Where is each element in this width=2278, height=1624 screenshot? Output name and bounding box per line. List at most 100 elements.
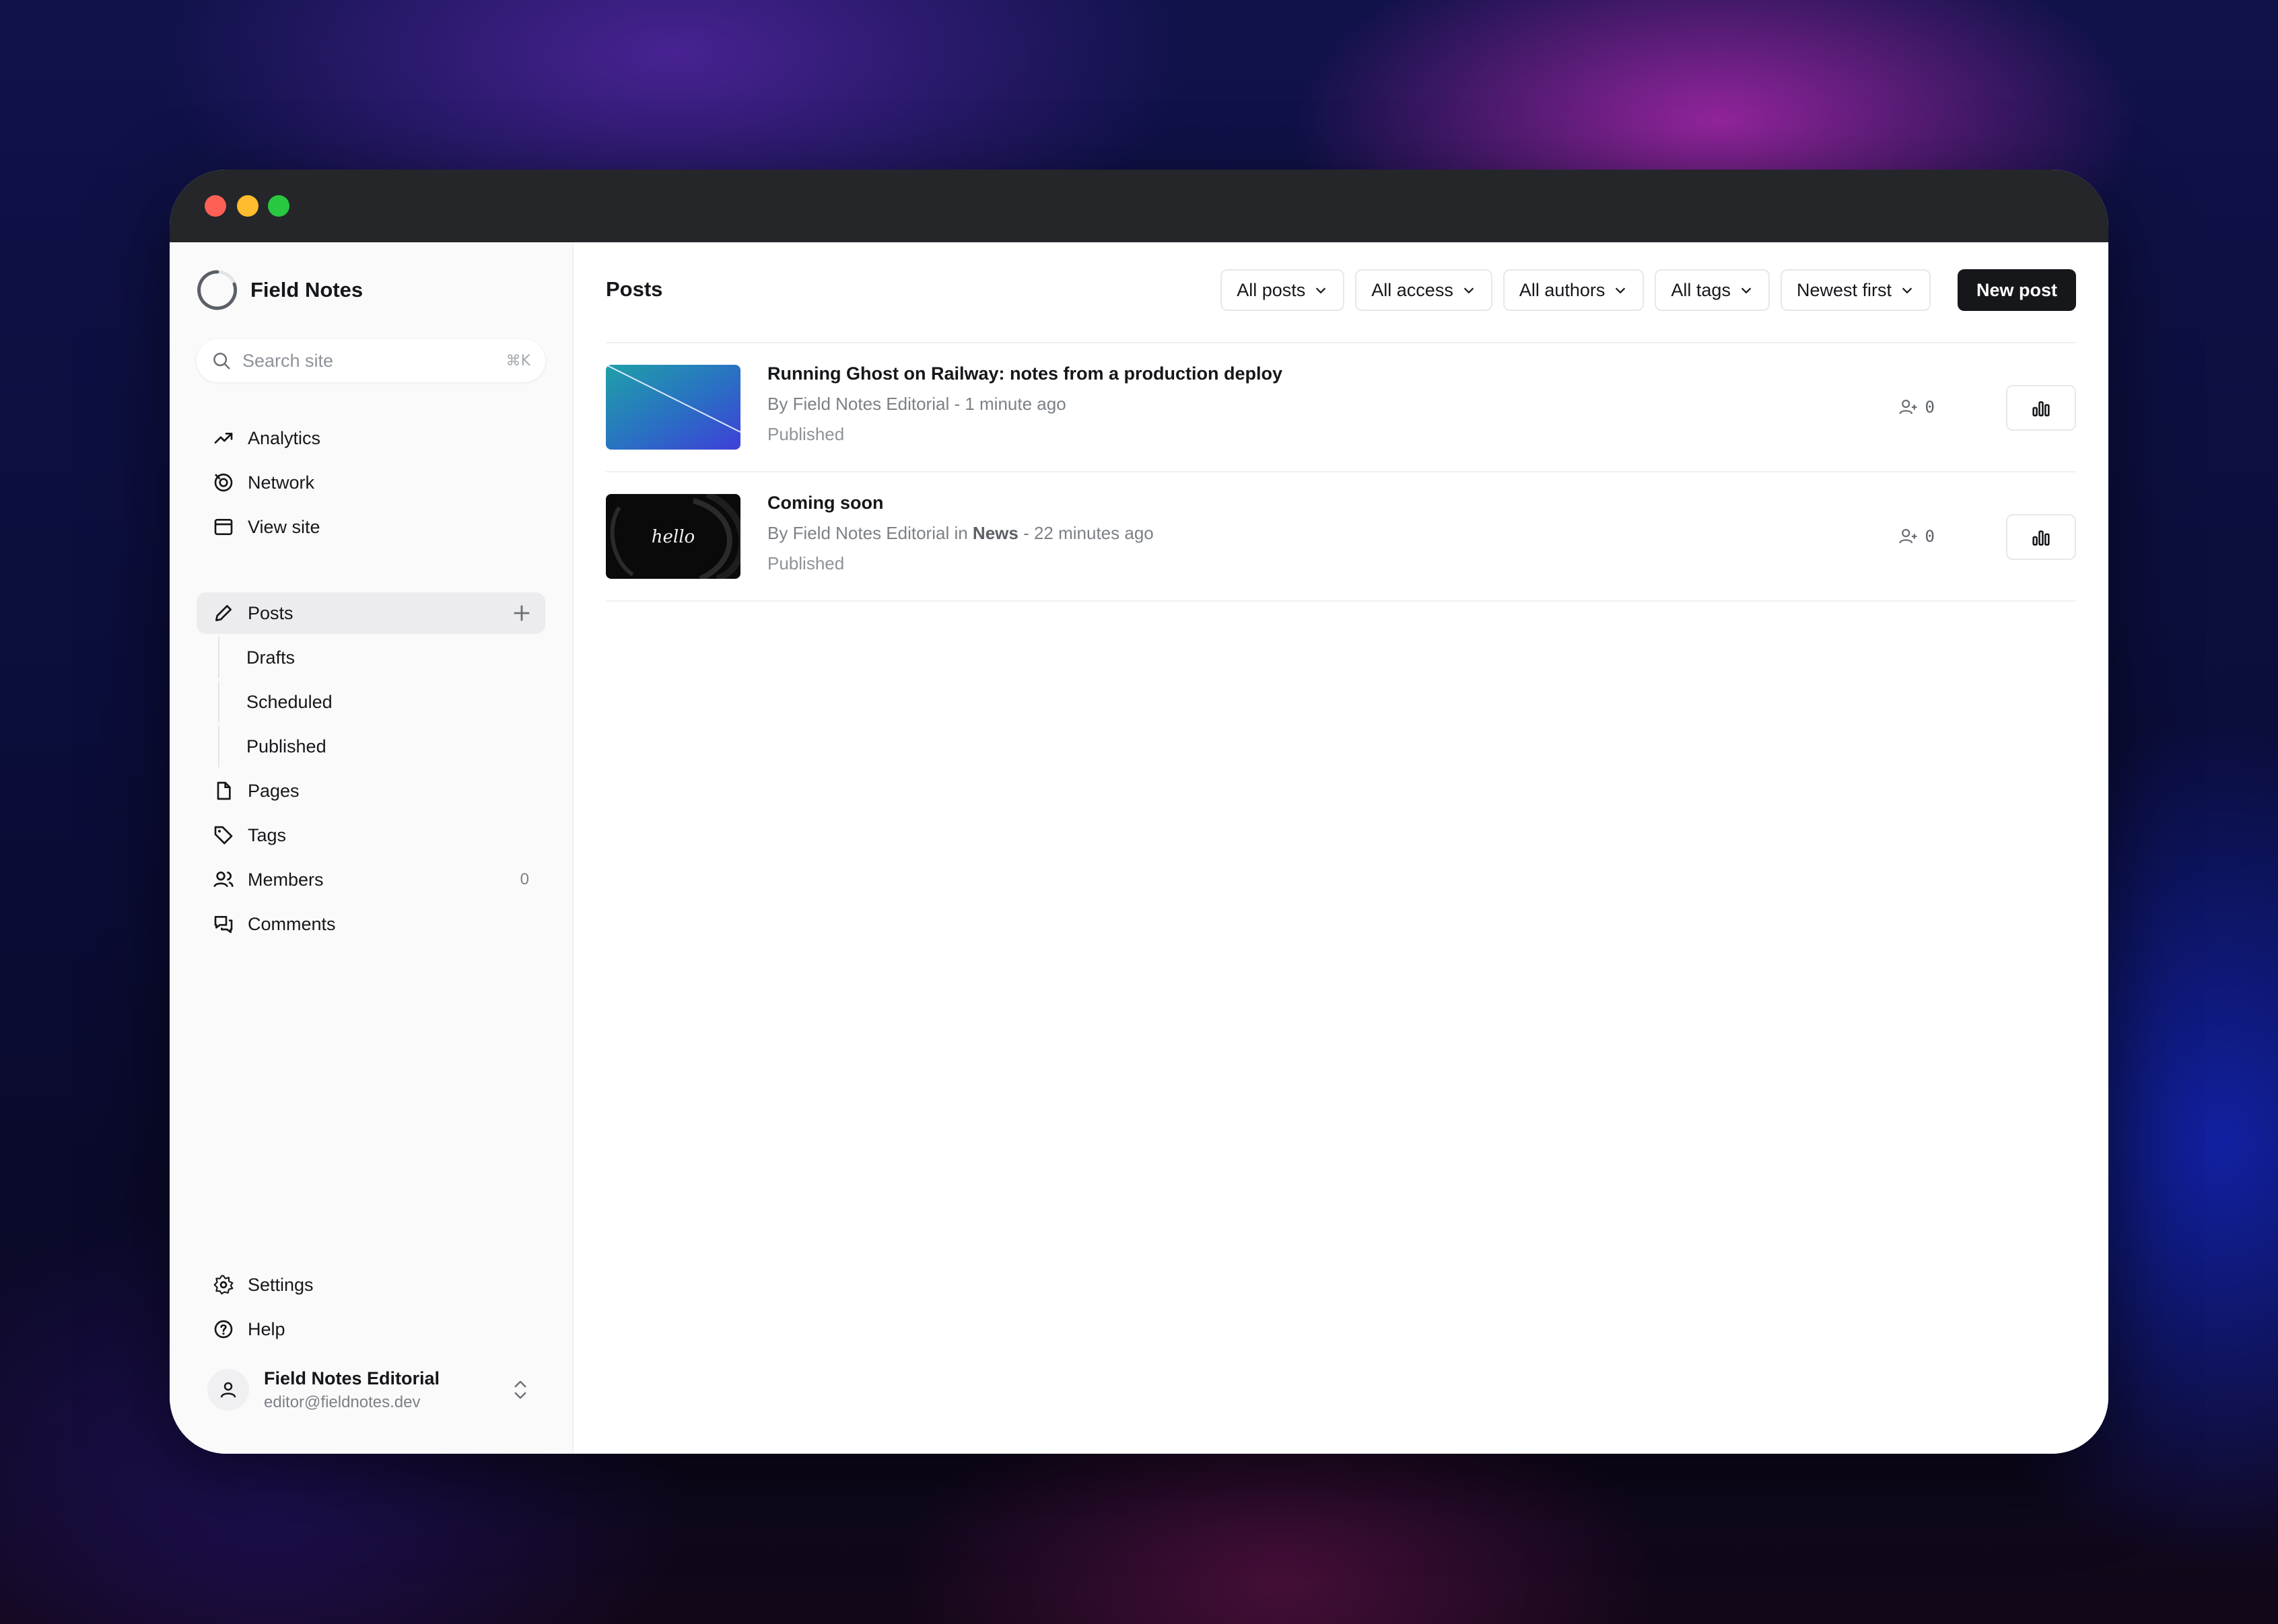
- filter-label: All authors: [1519, 279, 1606, 300]
- new-post-button[interactable]: New post: [1957, 269, 2076, 311]
- sidebar-item-help[interactable]: Help: [197, 1308, 545, 1350]
- post-analytics-button[interactable]: [2006, 514, 2076, 560]
- post-status: Published: [767, 553, 845, 573]
- post-analytics-button[interactable]: [2006, 385, 2076, 431]
- post-meta: By Field Notes Editorial - 1 minute ago: [767, 394, 1282, 415]
- avatar: [207, 1369, 249, 1411]
- sidebar-item-comments[interactable]: Comments: [197, 903, 545, 945]
- posts-list: Running Ghost on Railway: notes from a p…: [606, 342, 2076, 602]
- chevron-down-icon: [1902, 287, 1912, 294]
- help-icon: [214, 1320, 233, 1339]
- member-count: 0: [1925, 398, 1935, 417]
- sidebar-item-label: View site: [248, 516, 320, 537]
- post-member-signups: 0: [1898, 397, 1935, 417]
- chevron-down-icon: [1316, 287, 1326, 294]
- sidebar-item-label: Settings: [248, 1274, 314, 1295]
- sidebar-item-pages[interactable]: Pages: [197, 770, 545, 812]
- post-thumbnail: [606, 365, 740, 450]
- site-name: Field Notes: [250, 278, 364, 302]
- search-input[interactable]: [242, 350, 485, 372]
- sidebar-subitem-published[interactable]: Published: [218, 726, 545, 767]
- sidebar-item-label: Posts: [248, 602, 294, 623]
- user-plus-icon: [1898, 399, 1917, 415]
- filter-bar: All posts All access All authors All tag…: [1210, 269, 2076, 311]
- chevron-up-down-icon[interactable]: [510, 1378, 530, 1401]
- plus-icon[interactable]: [510, 602, 533, 625]
- sidebar-subitem-drafts[interactable]: Drafts: [218, 637, 545, 678]
- brand[interactable]: Field Notes: [197, 269, 363, 311]
- user-plus-icon: [1898, 528, 1917, 544]
- tag-icon: [214, 826, 233, 845]
- site-logo-icon: [197, 270, 238, 310]
- post-member-signups: 0: [1898, 526, 1935, 546]
- maximize-window-button[interactable]: [268, 195, 289, 217]
- post-author: By Field Notes Editorial: [767, 523, 950, 543]
- bar-chart-icon: [2032, 530, 2050, 546]
- sidebar-item-label: Pages: [248, 780, 300, 801]
- user-icon: [220, 1382, 236, 1398]
- sidebar-item-network[interactable]: Network: [197, 462, 545, 503]
- chevron-down-icon: [1616, 287, 1626, 294]
- sidebar-item-view-site[interactable]: View site: [197, 506, 545, 548]
- bar-chart-icon: [2032, 401, 2050, 417]
- search-shortcut: ⌘K: [506, 352, 530, 369]
- user-info: Field Notes Editorial editor@fieldnotes.…: [264, 1368, 440, 1412]
- page-icon: [217, 781, 231, 800]
- post-row[interactable]: hello Coming soon By Field Notes Editori…: [606, 472, 2076, 602]
- search-box[interactable]: ⌘K: [197, 339, 545, 382]
- filter-post-type[interactable]: All posts: [1220, 269, 1345, 311]
- filter-sort-order[interactable]: Newest first: [1780, 269, 1931, 311]
- post-tag: News: [972, 523, 1019, 543]
- filter-authors[interactable]: All authors: [1503, 269, 1645, 311]
- filter-label: All posts: [1237, 279, 1306, 300]
- main-content: Posts All posts All access All authors A…: [574, 242, 2108, 1454]
- user-email: editor@fieldnotes.dev: [264, 1392, 421, 1411]
- sidebar-item-label: Network: [248, 472, 315, 493]
- post-status: Published: [767, 424, 845, 444]
- minimize-window-button[interactable]: [237, 195, 258, 217]
- sidebar-item-label: Drafts: [246, 647, 296, 668]
- post-row[interactable]: Running Ghost on Railway: notes from a p…: [606, 343, 2076, 472]
- app-window: Field Notes ⌘K Analytics: [170, 170, 2108, 1454]
- sidebar-item-label: Comments: [248, 913, 336, 934]
- post-info: Running Ghost on Railway: notes from a p…: [767, 363, 1282, 445]
- window-titlebar: [170, 170, 2108, 242]
- sidebar-item-label: Help: [248, 1318, 285, 1339]
- sidebar-item-analytics[interactable]: Analytics: [197, 417, 545, 459]
- post-thumbnail: hello: [606, 494, 740, 579]
- sidebar-item-label: Published: [246, 736, 326, 756]
- gradient-image-icon: [606, 365, 740, 450]
- sidebar-item-posts[interactable]: Posts: [197, 592, 545, 634]
- pencil-icon: [215, 605, 232, 621]
- sidebar-subitem-scheduled[interactable]: Scheduled: [218, 681, 545, 723]
- thumb-hello-text: hello: [652, 527, 695, 547]
- sidebar-item-label: Analytics: [248, 427, 321, 448]
- sidebar-item-tags[interactable]: Tags: [197, 814, 545, 856]
- filter-tags[interactable]: All tags: [1655, 269, 1770, 311]
- sidebar-item-settings[interactable]: Settings: [197, 1264, 545, 1306]
- gear-icon: [213, 1275, 234, 1295]
- user-menu[interactable]: Field Notes Editorial editor@fieldnotes.…: [207, 1360, 544, 1420]
- page-title: Posts: [606, 277, 663, 301]
- sidebar: Field Notes ⌘K Analytics: [170, 242, 574, 1454]
- sidebar-item-label: Tags: [248, 824, 287, 845]
- browser-window-icon: [214, 519, 233, 535]
- app-body: Field Notes ⌘K Analytics: [170, 242, 2108, 1454]
- post-meta: By Field Notes Editorial in News - 22 mi…: [767, 523, 1154, 544]
- members-icon: [213, 872, 234, 888]
- filter-label: Newest first: [1796, 279, 1892, 300]
- close-window-button[interactable]: [205, 195, 226, 217]
- sidebar-item-label: Members: [248, 869, 324, 890]
- sidebar-item-members[interactable]: Members 0: [197, 859, 545, 901]
- filter-label: All tags: [1671, 279, 1731, 300]
- filter-access[interactable]: All access: [1355, 269, 1492, 311]
- post-info: Coming soon By Field Notes Editorial in …: [767, 493, 1154, 574]
- post-title[interactable]: Coming soon: [767, 493, 1154, 514]
- post-time: - 22 minutes ago: [1018, 523, 1154, 543]
- post-author: By Field Notes Editorial: [767, 394, 950, 414]
- post-time: - 1 minute ago: [949, 394, 1066, 414]
- hello-image-icon: hello: [606, 494, 740, 579]
- filter-label: All access: [1371, 279, 1453, 300]
- post-tag-prefix: in: [949, 523, 973, 543]
- post-title[interactable]: Running Ghost on Railway: notes from a p…: [767, 363, 1282, 384]
